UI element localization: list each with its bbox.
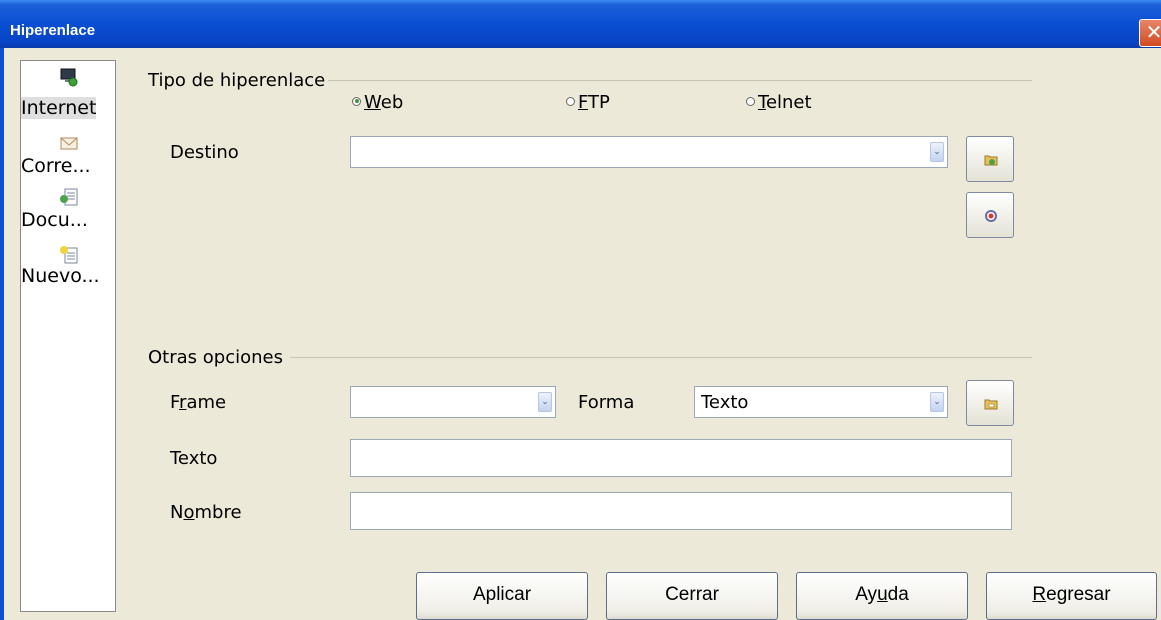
close-button[interactable]: ✕ bbox=[1139, 19, 1161, 47]
help-button[interactable]: Ayuda bbox=[796, 572, 968, 620]
radio-label: eb bbox=[380, 92, 404, 113]
name-label: Nombre bbox=[170, 502, 242, 523]
form-combobox[interactable]: Texto ⌄ bbox=[694, 386, 948, 418]
apply-button[interactable]: Aplicar bbox=[416, 572, 588, 620]
form-value: Texto bbox=[701, 392, 749, 413]
accelerator-key: T bbox=[758, 92, 766, 113]
hyperlink-dialog: Hiperenlace ✕ Internet Corre... Docu... … bbox=[0, 0, 1161, 620]
radio-indicator bbox=[746, 96, 755, 106]
mail-icon bbox=[60, 137, 78, 150]
radio-web[interactable]: Web bbox=[352, 92, 403, 113]
name-input[interactable] bbox=[350, 492, 1012, 530]
events-button[interactable] bbox=[966, 380, 1014, 426]
sidebar-item-document[interactable]: Docu... bbox=[21, 187, 117, 243]
chevron-down-icon[interactable]: ⌄ bbox=[538, 392, 552, 412]
radio-telnet[interactable]: Telnet bbox=[746, 92, 812, 113]
new-document-icon bbox=[60, 246, 78, 264]
sidebar-item-internet[interactable]: Internet bbox=[21, 63, 117, 123]
hyperlink-type-sidebar: Internet Corre... Docu... Nuevo... bbox=[20, 60, 116, 612]
radio-label: elnet bbox=[765, 92, 812, 113]
sidebar-item-label: Corre... bbox=[21, 155, 91, 177]
folder-icon bbox=[984, 399, 998, 410]
close-dialog-button[interactable]: Cerrar bbox=[606, 572, 778, 620]
text-label: Texto bbox=[170, 448, 218, 469]
destination-combobox[interactable]: ⌄ bbox=[350, 136, 948, 168]
dialog-title: Hiperenlace bbox=[10, 22, 96, 39]
back-button[interactable]: Regresar bbox=[986, 572, 1157, 620]
target-in-document-button[interactable] bbox=[966, 192, 1014, 238]
radio-indicator bbox=[566, 96, 575, 106]
sidebar-item-label: Nuevo... bbox=[21, 265, 100, 287]
hyperlink-type-heading: Tipo de hiperenlace bbox=[148, 70, 326, 91]
accelerator-key: W bbox=[364, 92, 381, 113]
sidebar-item-label: Internet bbox=[21, 97, 97, 119]
frame-combobox[interactable]: ⌄ bbox=[350, 386, 556, 418]
sidebar-item-new-document[interactable]: Nuevo... bbox=[21, 243, 117, 299]
section-divider bbox=[328, 80, 1032, 81]
chevron-down-icon[interactable]: ⌄ bbox=[930, 142, 944, 162]
open-browser-button[interactable] bbox=[966, 136, 1014, 182]
document-icon bbox=[60, 188, 78, 206]
chevron-down-icon[interactable]: ⌄ bbox=[930, 392, 944, 412]
text-input[interactable] bbox=[350, 439, 1012, 477]
accelerator-key: F bbox=[578, 92, 589, 113]
destination-label: Destino bbox=[170, 142, 239, 163]
sidebar-item-mail[interactable]: Corre... bbox=[21, 133, 117, 189]
sidebar-item-label: Docu... bbox=[21, 209, 88, 231]
internet-icon bbox=[60, 68, 78, 87]
folder-web-icon bbox=[984, 155, 998, 166]
title-bar[interactable]: Hiperenlace ✕ bbox=[0, 0, 1161, 48]
window-frame bbox=[0, 48, 4, 620]
form-label: Forma bbox=[578, 392, 635, 413]
radio-selected-indicator bbox=[352, 96, 361, 106]
frame-label: Frame bbox=[170, 392, 227, 413]
target-icon bbox=[985, 210, 997, 222]
radio-ftp[interactable]: FTP bbox=[566, 92, 610, 113]
other-options-heading: Otras opciones bbox=[148, 347, 283, 368]
section-divider bbox=[290, 357, 1032, 358]
radio-label: TP bbox=[588, 92, 610, 113]
